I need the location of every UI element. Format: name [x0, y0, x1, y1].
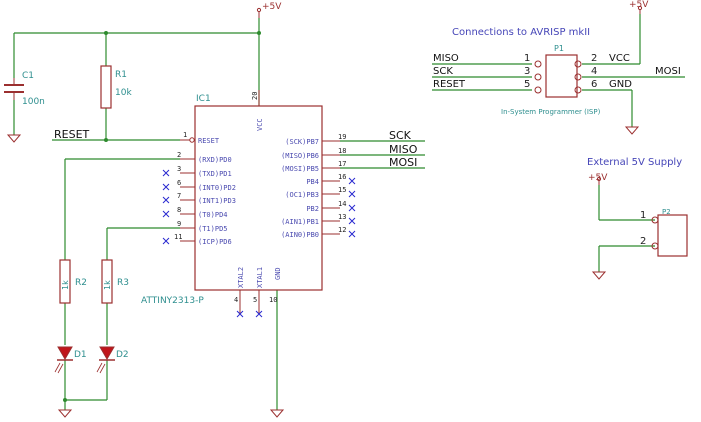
capacitor-c1: [4, 84, 24, 93]
net-label-mosi: MOSI: [389, 156, 417, 169]
ic1-pin-number: 10: [269, 296, 277, 304]
isp-pin-number: 2: [591, 53, 597, 64]
isp-pin-number: 3: [524, 66, 530, 77]
isp-ref: P1: [554, 44, 564, 53]
isp-net-right: MOSI: [655, 66, 681, 77]
net-label-reset: RESET: [54, 128, 90, 141]
ic1-pin-name: (MISO)PB6: [281, 152, 319, 160]
isp-connector-body: [545, 54, 578, 98]
ic1-pin-number: 17: [338, 160, 346, 168]
ic1-pin-name: RESET: [198, 137, 220, 145]
ic1-part: ATTINY2313-P: [141, 296, 204, 306]
ic1-pin-number: 7: [177, 192, 181, 200]
ic1-pin-number: 8: [177, 206, 181, 214]
ic1-pin-name: (INT0)PD2: [198, 184, 236, 192]
r3-ref: R3: [117, 278, 129, 288]
d2-ref: D2: [116, 350, 129, 360]
d1-ref: D1: [74, 350, 87, 360]
vcc-top-label: +5V: [262, 2, 282, 12]
ic1-pin-name: PB4: [306, 178, 319, 186]
ic1-pin-number: 13: [338, 213, 346, 221]
r1-value: 10k: [115, 88, 132, 98]
reset-inversion-bubble: [189, 137, 195, 143]
ic1-pin-number: 11: [174, 233, 182, 241]
r3-value: 1k: [103, 280, 112, 290]
ic1-pin-number: 12: [338, 226, 346, 234]
ic1-pin-number: 15: [338, 186, 346, 194]
ic1-pin-number: 1: [183, 131, 187, 139]
ic1-ref: IC1: [196, 94, 211, 104]
isp-title: Connections to AVRISP mkII: [452, 27, 590, 38]
isp-net-right: VCC: [609, 53, 630, 64]
ic1-pin-name: (INT1)PD3: [198, 197, 236, 205]
ic1-vcc-pin-number: 20: [251, 92, 259, 100]
ic1-pin-name: PB2: [306, 205, 319, 213]
isp-pin-number: 1: [524, 53, 530, 64]
isp-net-right: GND: [609, 79, 632, 90]
isp-pin-number: 4: [591, 66, 597, 77]
isp-pins: [534, 60, 582, 94]
ic1-pin-name: (AIN0)PB0: [281, 231, 319, 239]
ext-pin-number: 2: [640, 236, 646, 247]
ic1-pin-number: 9: [177, 220, 181, 228]
ic1-pin-number: 5: [253, 296, 257, 304]
ic1-pin-name: (T0)PD4: [198, 211, 228, 219]
vcc-isp-label: +5V: [629, 0, 649, 10]
ic1-pin-number: 4: [234, 296, 238, 304]
ic1-vcc-pin-name: VCC: [256, 118, 264, 131]
r2-value: 1k: [61, 280, 70, 290]
ic1-pin-name: (TXD)PD1: [198, 170, 232, 178]
r2-ref: R2: [75, 278, 87, 288]
isp-subtitle: In-System Programmer (ISP): [501, 108, 601, 116]
ext-title: External 5V Supply: [587, 157, 682, 168]
ic1-pin-number: 19: [338, 133, 346, 141]
ic1-pin-name: (T1)PD5: [198, 225, 228, 233]
ic1-pin-number: 2: [177, 151, 181, 159]
isp-pin-number: 6: [591, 79, 597, 90]
ic1-pin-name: XTAL1: [256, 267, 264, 288]
ic1-pin-name: XTAL2: [237, 267, 245, 288]
ic1-pin-number: 3: [177, 165, 181, 173]
ic1-pin-name: (ICP)PD6: [198, 238, 232, 246]
ext-pin-number: 1: [640, 210, 646, 221]
schematic: +5V +5V +5V C1 100n R1 10k 1k R2 1k R3 D…: [4, 0, 688, 418]
junction-dots: [63, 31, 261, 402]
ic1-pin-name: (AIN1)PB1: [281, 218, 319, 226]
ic1-pin-name: (SCK)PB7: [285, 138, 319, 146]
vcc-ext-label: +5V: [588, 173, 608, 183]
resistor-r1: [100, 65, 112, 109]
led-d2: [96, 346, 115, 374]
ic1-pin-number: 14: [338, 200, 346, 208]
ic1-pin-number: 16: [338, 173, 346, 181]
ic1-pin-number: 6: [177, 179, 181, 187]
c1-value: 100n: [22, 97, 45, 107]
isp-pin-number: 5: [524, 79, 530, 90]
ic1-pin-name: (RXD)PD0: [198, 156, 232, 164]
ic1-pin-name: (MOSI)PB5: [281, 165, 319, 173]
ext-connector-body: [657, 214, 688, 257]
isp-net-left: RESET: [433, 79, 466, 90]
net-label-sck: SCK: [389, 129, 412, 142]
ic1-pin-name: GND: [274, 267, 282, 280]
isp-net-left: MISO: [433, 53, 459, 64]
ic1-pin-number: 18: [338, 147, 346, 155]
ic1-pin-name: (OC1)PB3: [285, 191, 319, 199]
led-d1: [54, 346, 73, 374]
isp-net-left: SCK: [433, 66, 453, 77]
ext-pins: [651, 216, 659, 250]
r1-ref: R1: [115, 70, 127, 80]
c1-ref: C1: [22, 71, 34, 81]
net-label-miso: MISO: [389, 143, 418, 156]
